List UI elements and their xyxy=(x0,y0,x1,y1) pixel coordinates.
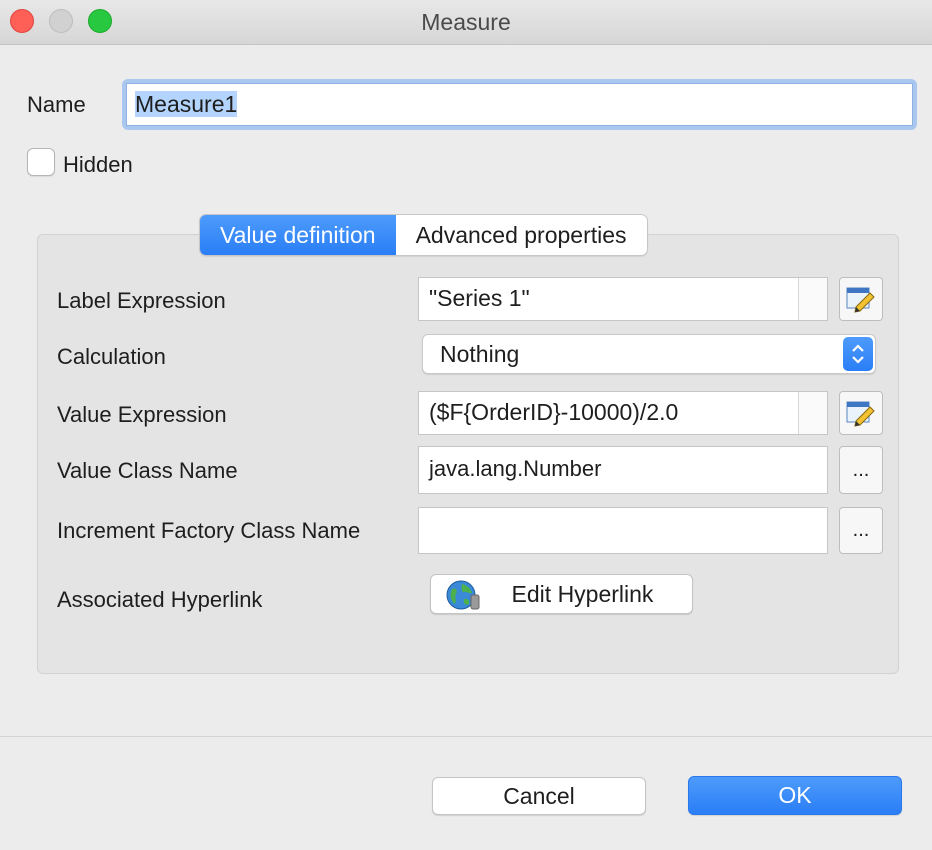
associated-hyperlink-label: Associated Hyperlink xyxy=(57,587,263,612)
chevron-updown-icon xyxy=(852,344,864,364)
name-input-value: Measure1 xyxy=(135,91,238,117)
expression-editor-icon xyxy=(846,287,875,313)
ellipsis-label: ... xyxy=(852,519,870,541)
tab-advanced-properties[interactable]: Advanced properties xyxy=(395,215,647,255)
value-expression-edit-button[interactable] xyxy=(839,391,883,435)
calculation-select[interactable]: Nothing xyxy=(422,334,876,374)
edit-hyperlink-button[interactable]: Edit Hyperlink xyxy=(430,574,693,614)
label-expression-edit-button[interactable] xyxy=(839,277,883,321)
name-input[interactable]: Measure1 xyxy=(126,83,913,126)
hidden-checkbox[interactable] xyxy=(27,148,55,176)
value-class-name-field[interactable]: java.lang.Number xyxy=(418,446,828,494)
calculation-value: Nothing xyxy=(440,341,520,367)
window-title: Measure xyxy=(421,9,511,35)
cancel-button[interactable]: Cancel xyxy=(432,777,646,815)
name-field-focus-ring: Measure1 xyxy=(122,79,917,130)
label-expression-label: Label Expression xyxy=(57,288,226,313)
value-class-browse-button[interactable]: ... xyxy=(839,446,883,494)
value-expression-value: ($F{OrderID}-10000)/2.0 xyxy=(429,399,679,425)
hidden-label: Hidden xyxy=(63,152,133,177)
value-expression-scroll xyxy=(798,392,827,434)
label-expression-value: "Series 1" xyxy=(429,285,530,311)
increment-factory-label: Increment Factory Class Name xyxy=(57,518,361,543)
ok-button[interactable]: OK xyxy=(688,776,902,815)
label-expression-field[interactable]: "Series 1" xyxy=(418,277,828,321)
increment-factory-field[interactable] xyxy=(418,507,828,554)
value-class-name-label: Value Class Name xyxy=(57,458,238,483)
calculation-label: Calculation xyxy=(57,344,166,369)
value-class-name-value: java.lang.Number xyxy=(429,456,602,481)
edit-hyperlink-label: Edit Hyperlink xyxy=(511,581,654,607)
value-expression-label: Value Expression xyxy=(57,402,227,427)
label-expression-scroll xyxy=(798,278,827,320)
value-expression-field[interactable]: ($F{OrderID}-10000)/2.0 xyxy=(418,391,828,435)
tab-value-definition[interactable]: Value definition xyxy=(200,215,396,255)
name-label: Name xyxy=(27,92,86,117)
title-bar: Measure xyxy=(0,0,932,45)
tab-bar: Value definition Advanced properties xyxy=(199,214,648,256)
footer-divider xyxy=(0,736,932,737)
expression-editor-icon xyxy=(846,401,875,427)
globe-icon xyxy=(446,580,480,610)
ellipsis-label: ... xyxy=(852,458,870,481)
select-stepper xyxy=(843,337,873,371)
increment-factory-browse-button[interactable]: ... xyxy=(839,507,883,554)
